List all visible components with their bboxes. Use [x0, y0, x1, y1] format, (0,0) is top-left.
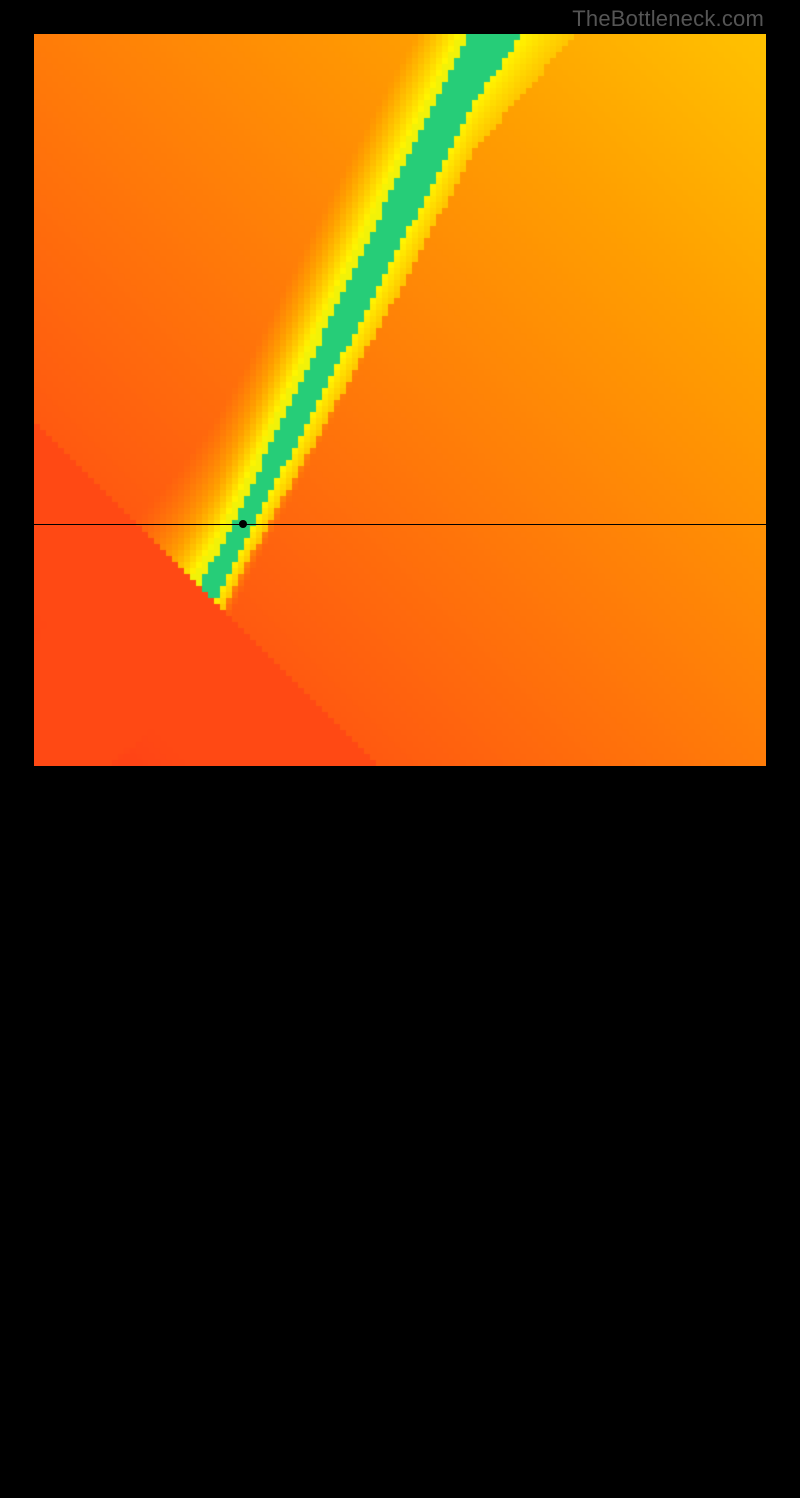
crosshair-vertical	[243, 766, 244, 1498]
watermark-text: TheBottleneck.com	[572, 6, 764, 32]
crosshair-horizontal	[34, 524, 766, 525]
heatmap-canvas	[34, 34, 766, 766]
heatmap-plot	[34, 34, 766, 766]
